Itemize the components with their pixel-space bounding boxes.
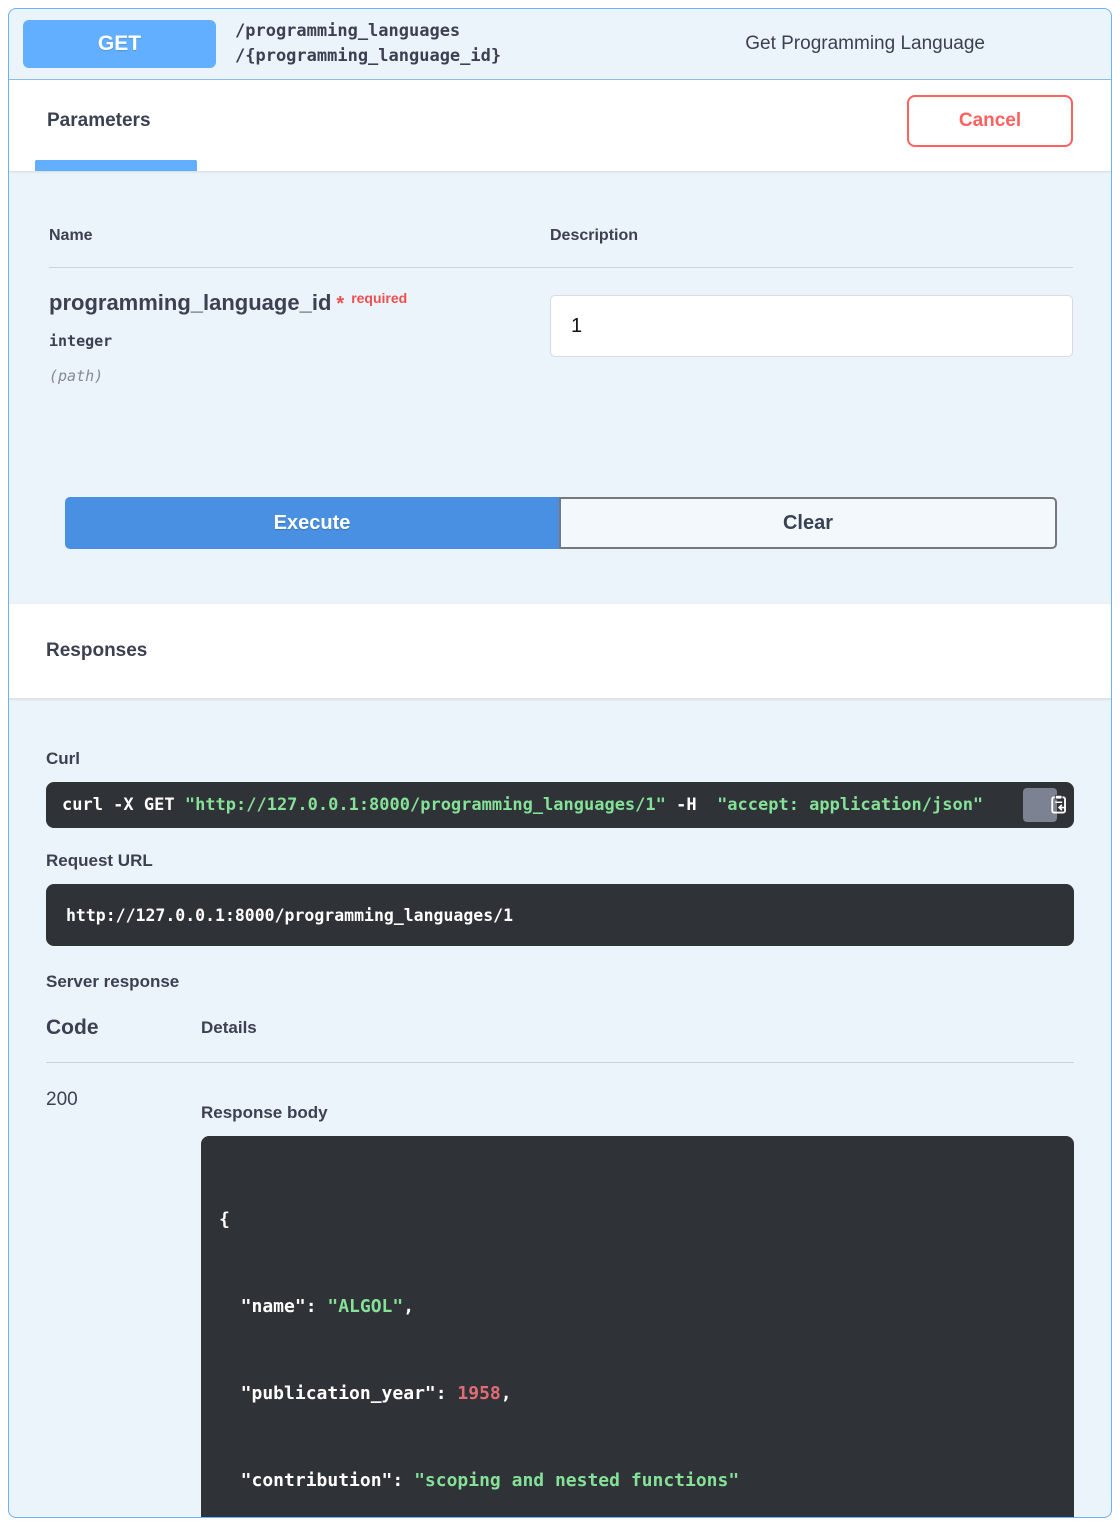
endpoint-path: /programming_languages /{programming_lan… xyxy=(235,19,501,69)
details-column-header: Details xyxy=(201,1018,1074,1038)
request-url-label: Request URL xyxy=(46,851,1074,871)
request-url-text: http://127.0.0.1:8000/programming_langua… xyxy=(66,906,513,925)
parameters-table-header: Name Description xyxy=(49,171,1073,268)
parameters-body: Name Description programming_language_id… xyxy=(9,171,1111,549)
operation-summary: Get Programming Language xyxy=(745,33,985,55)
http-method-badge: GET xyxy=(23,20,216,68)
parameter-value-input[interactable] xyxy=(550,295,1073,357)
parameter-location: (path) xyxy=(49,367,550,385)
clear-button[interactable]: Clear xyxy=(559,497,1057,549)
clipboard-icon xyxy=(1011,782,1068,828)
operation-block-get: GET /programming_languages /{programming… xyxy=(8,8,1112,1518)
responses-body: Curl curl -X GET "http://127.0.0.1:8000/… xyxy=(9,749,1111,1518)
operation-summary-header[interactable]: GET /programming_languages /{programming… xyxy=(9,9,1111,80)
json-line: "contribution": "scoping and nested func… xyxy=(219,1466,1056,1495)
parameter-info: programming_language_id* required integer… xyxy=(49,290,550,385)
active-tab-underline xyxy=(35,160,197,171)
json-line: "publication_year": 1958, xyxy=(219,1379,1056,1408)
endpoint-path-line2: /{programming_language_id} xyxy=(235,44,501,69)
server-response-label: Server response xyxy=(46,972,1074,992)
name-column-header: Name xyxy=(49,227,550,245)
parameters-title: Parameters xyxy=(47,110,151,132)
response-body-block: { "name": "ALGOL", "publication_year": 1… xyxy=(201,1136,1074,1518)
responses-title: Responses xyxy=(46,640,147,662)
description-column-header: Description xyxy=(550,227,1073,245)
required-asterisk: * xyxy=(336,293,344,315)
curl-label: Curl xyxy=(46,749,1074,769)
parameter-value-cell xyxy=(550,290,1073,385)
execute-button[interactable]: Execute xyxy=(65,497,559,549)
required-label: required xyxy=(351,290,407,306)
server-response-table-header: Code Details xyxy=(46,1016,1074,1063)
execute-button-group: Execute Clear xyxy=(65,497,1057,549)
responses-section-header: Responses xyxy=(9,603,1111,699)
parameters-section-header: Parameters Cancel xyxy=(9,80,1111,171)
response-details-cell: Response body { "name": "ALGOL", "public… xyxy=(201,1089,1074,1518)
response-body-label: Response body xyxy=(201,1103,1074,1123)
server-response-row: 200 Response body { "name": "ALGOL", "pu… xyxy=(46,1063,1074,1518)
parameter-name-line: programming_language_id* required xyxy=(49,290,550,316)
parameter-type: integer xyxy=(49,332,550,350)
request-url-block: http://127.0.0.1:8000/programming_langua… xyxy=(46,884,1074,946)
curl-command-text: curl -X GET "http://127.0.0.1:8000/progr… xyxy=(62,795,983,815)
copy-curl-button[interactable] xyxy=(1023,788,1057,822)
json-open-brace: { xyxy=(219,1205,1056,1234)
code-column-header: Code xyxy=(46,1016,201,1040)
json-line: "name": "ALGOL", xyxy=(219,1292,1056,1321)
endpoint-path-line1: /programming_languages xyxy=(235,19,501,44)
cancel-button[interactable]: Cancel xyxy=(907,95,1073,147)
curl-command-block: curl -X GET "http://127.0.0.1:8000/progr… xyxy=(46,782,1074,828)
parameter-name: programming_language_id xyxy=(49,290,331,315)
status-code: 200 xyxy=(46,1089,201,1518)
parameter-row: programming_language_id* required integer… xyxy=(49,268,1073,385)
